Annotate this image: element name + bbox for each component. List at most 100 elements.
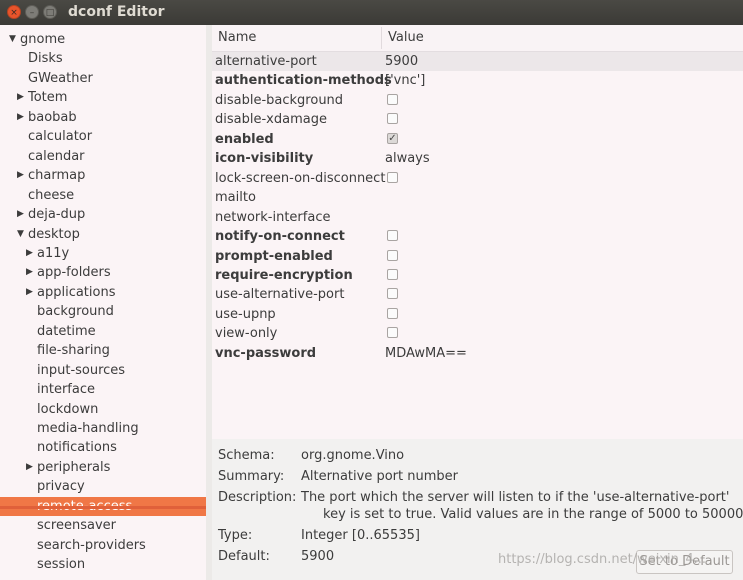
tree-item-label: gnome: [20, 32, 66, 47]
tree-item[interactable]: ▶ applications: [0, 283, 206, 302]
maximize-icon[interactable]: □: [43, 5, 57, 19]
key-row[interactable]: require-encryption: [212, 266, 743, 285]
expander-closed-icon[interactable]: ▶: [17, 108, 24, 127]
tree-item[interactable]: cheese: [0, 186, 206, 205]
key-row[interactable]: disable-xdamage: [212, 110, 743, 129]
key-name: lock-screen-on-disconnect: [215, 170, 386, 186]
tree-item[interactable]: ▼ desktop: [0, 225, 206, 244]
expander-closed-icon[interactable]: ▶: [17, 205, 24, 224]
schema-tree[interactable]: ▼ gnome Disks GWeather ▶ Totem ▶ baobab calculat…: [0, 25, 206, 580]
tree-item-label: search-providers: [37, 537, 146, 553]
checked-checkbox[interactable]: ✓: [387, 132, 398, 144]
key-value[interactable]: always: [385, 149, 430, 168]
unchecked-checkbox[interactable]: [387, 249, 398, 261]
key-row[interactable]: lock-screen-on-disconnect: [212, 169, 743, 188]
expander-closed-icon[interactable]: ▶: [26, 263, 33, 282]
key-row[interactable]: authentication-methods ['vnc']: [212, 71, 743, 90]
expander-closed-icon[interactable]: ▶: [26, 458, 33, 477]
key-row[interactable]: notify-on-connect: [212, 227, 743, 246]
tree-item[interactable]: calculator: [0, 127, 206, 146]
key-row[interactable]: use-upnp: [212, 305, 743, 324]
expander-closed-icon[interactable]: ▶: [26, 244, 33, 263]
unchecked-checkbox[interactable]: [387, 171, 398, 183]
tree-item-label: deja-dup: [28, 207, 86, 223]
unchecked-checkbox[interactable]: [387, 307, 398, 319]
tree-item-label: session: [37, 557, 86, 573]
expander-closed-icon[interactable]: ▶: [17, 88, 24, 107]
expander-open-icon[interactable]: ▼: [17, 225, 24, 244]
key-row[interactable]: icon-visibility always: [212, 149, 743, 168]
key-name: prompt-enabled: [215, 248, 333, 264]
tree-item[interactable]: Disks: [0, 49, 206, 68]
tree-item-label: datetime: [37, 323, 96, 339]
unchecked-checkbox[interactable]: [387, 288, 398, 300]
key-row[interactable]: network-interface: [212, 208, 743, 227]
minimize-icon[interactable]: –: [25, 5, 39, 19]
tree-item[interactable]: ▶ deja-dup: [0, 205, 206, 224]
column-header-value[interactable]: Value: [388, 30, 424, 45]
key-value[interactable]: 5900: [385, 52, 418, 71]
key-name: notify-on-connect: [215, 229, 345, 245]
unchecked-checkbox[interactable]: [387, 113, 398, 125]
tree-item[interactable]: calendar: [0, 147, 206, 166]
type-label: Type:: [218, 528, 253, 543]
schema-value: org.gnome.Vino: [301, 448, 405, 463]
tree-item-label: desktop: [28, 226, 80, 242]
tree-item[interactable]: remote-access: [0, 496, 206, 516]
column-divider: [381, 27, 382, 49]
expander-closed-icon[interactable]: ▶: [17, 166, 24, 185]
tree-item[interactable]: ▶ charmap: [0, 166, 206, 185]
column-header-name[interactable]: Name: [218, 30, 256, 45]
key-value[interactable]: ['vnc']: [385, 71, 425, 90]
tree-item-label: Totem: [28, 90, 68, 106]
tree-item[interactable]: search-providers: [0, 536, 206, 555]
tree-item-label: screensaver: [37, 518, 116, 534]
tree-item[interactable]: ▶ baobab: [0, 108, 206, 127]
tree-item-label: charmap: [28, 168, 86, 184]
tree-item-label: app-folders: [37, 265, 111, 281]
key-row[interactable]: view-only: [212, 324, 743, 343]
tree-item[interactable]: interface: [0, 380, 206, 399]
tree-item[interactable]: session: [0, 555, 206, 574]
key-name: use-alternative-port: [215, 287, 345, 303]
tree-item-label: Disks: [28, 51, 63, 67]
unchecked-checkbox[interactable]: [387, 230, 398, 242]
tree-item[interactable]: screensaver: [0, 516, 206, 535]
key-row[interactable]: prompt-enabled: [212, 247, 743, 266]
key-row[interactable]: disable-background: [212, 91, 743, 110]
key-value[interactable]: MDAwMA==: [385, 344, 467, 363]
tree-item-label: GWeather: [28, 70, 93, 86]
tree-item[interactable]: ▼ gnome: [0, 30, 206, 49]
key-row[interactable]: vnc-password MDAwMA==: [212, 344, 743, 363]
unchecked-checkbox[interactable]: [387, 327, 398, 339]
type-value: Integer [0..65535]: [301, 528, 420, 543]
tree-item[interactable]: GWeather: [0, 69, 206, 88]
tree-item[interactable]: ▶ Totem: [0, 88, 206, 107]
tree-item[interactable]: lockdown: [0, 400, 206, 419]
expander-open-icon[interactable]: ▼: [9, 30, 16, 49]
summary-label: Summary:: [218, 469, 285, 484]
tree-item[interactable]: background: [0, 302, 206, 321]
description-line-2: key is set to true. Valid values are in …: [323, 507, 743, 522]
key-row[interactable]: use-alternative-port: [212, 285, 743, 304]
watermark-text: https://blog.csdn.net/weixin_4...: [498, 552, 707, 567]
close-icon[interactable]: ×: [7, 5, 21, 19]
tree-item[interactable]: privacy: [0, 477, 206, 496]
tree-item[interactable]: ▶ peripherals: [0, 458, 206, 477]
description-line-1: The port which the server will listen to…: [301, 490, 730, 505]
tree-item[interactable]: notifications: [0, 438, 206, 457]
tree-item[interactable]: input-sources: [0, 361, 206, 380]
tree-item[interactable]: datetime: [0, 322, 206, 341]
tree-item[interactable]: media-handling: [0, 419, 206, 438]
unchecked-checkbox[interactable]: [387, 268, 398, 280]
expander-closed-icon[interactable]: ▶: [26, 283, 33, 302]
key-row[interactable]: enabled ✓: [212, 130, 743, 149]
tree-item[interactable]: ▶ app-folders: [0, 263, 206, 282]
key-row[interactable]: alternative-port 5900: [212, 52, 743, 71]
tree-item[interactable]: file-sharing: [0, 341, 206, 360]
tree-item-label: calendar: [28, 148, 85, 164]
tree-item-label: media-handling: [37, 421, 139, 436]
tree-item[interactable]: ▶ a11y: [0, 244, 206, 263]
key-row[interactable]: mailto: [212, 188, 743, 207]
unchecked-checkbox[interactable]: [387, 93, 398, 105]
